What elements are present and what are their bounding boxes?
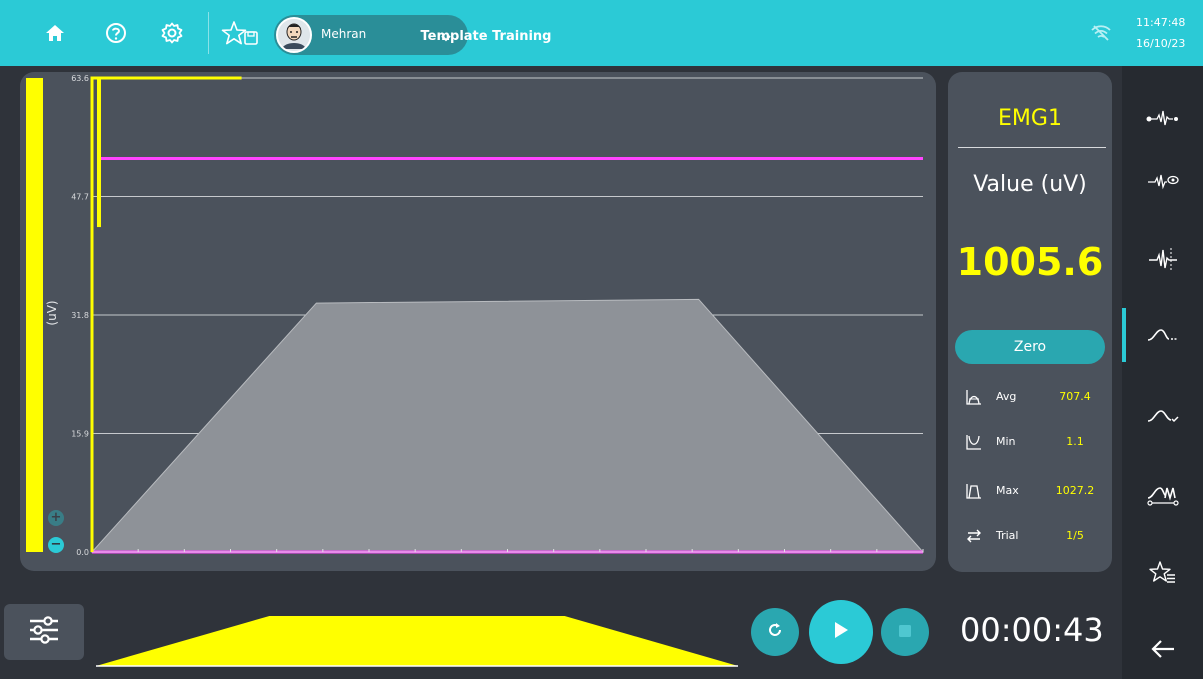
user-selector[interactable]: Mehran: [274, 15, 468, 55]
top-bar: Mehran Template Training 11:47:48 16/10/…: [0, 0, 1203, 66]
channel-name: EMG1: [998, 106, 1062, 131]
sliders-icon: [28, 616, 60, 648]
envelope-check-icon[interactable]: [1122, 391, 1203, 441]
avatar: [276, 17, 312, 53]
stat-value: 1/5: [1066, 529, 1084, 542]
template-preview: [96, 616, 738, 667]
stat-row-avg: Avg 707.4: [948, 386, 1112, 410]
min-icon: [965, 433, 983, 455]
help-icon[interactable]: [103, 20, 129, 46]
zoom-out-button[interactable]: −: [48, 537, 64, 553]
stat-name: Max: [996, 484, 1019, 497]
favorites-list-icon[interactable]: [1122, 548, 1203, 598]
home-icon[interactable]: [42, 20, 68, 46]
raw-signal-icon[interactable]: [1122, 94, 1203, 144]
refresh-icon: [766, 621, 784, 643]
y-tick-label: 63.6: [71, 74, 89, 83]
filter-settings-button[interactable]: [4, 604, 84, 660]
y-tick-label: 0.0: [76, 548, 89, 557]
toolbar-divider: [208, 12, 209, 54]
chevron-down-icon[interactable]: [440, 29, 452, 48]
value-label: Value (uV): [973, 172, 1087, 197]
stat-name: Avg: [996, 390, 1017, 403]
session-timer: 00:00:43: [960, 611, 1104, 649]
reset-button[interactable]: [751, 608, 799, 656]
y-tick-label: 47.7: [71, 193, 89, 202]
y-tick-label: 31.8: [71, 311, 89, 320]
stats-panel: EMG1 Value (uV) 1005.6 Zero Avg 707.4 Mi…: [948, 72, 1112, 572]
stop-icon: [898, 623, 912, 642]
signal-view-icon[interactable]: [1122, 156, 1203, 206]
avg-icon: [965, 388, 983, 410]
play-button[interactable]: [809, 600, 873, 664]
user-name: Mehran: [321, 27, 367, 41]
stat-name: Min: [996, 435, 1016, 448]
level-bar: [26, 78, 43, 552]
emg-chart: 0.0 15.9 31.8 47.7 63.6 (uV): [26, 74, 925, 557]
stat-row-max: Max 1027.2: [948, 480, 1112, 504]
wifi-off-icon: [1091, 24, 1111, 46]
template-edit-icon[interactable]: [1122, 471, 1203, 521]
trial-icon: [965, 527, 983, 549]
stat-row-min: Min 1.1: [948, 431, 1112, 455]
template-area: [90, 298, 925, 553]
stat-value: 707.4: [1059, 390, 1091, 403]
stat-value: 1027.2: [1055, 484, 1095, 497]
favorite-save-icon[interactable]: [221, 20, 261, 46]
current-value: 1005.6: [956, 240, 1104, 284]
stat-value: 1.1: [1066, 435, 1084, 448]
back-arrow-icon[interactable]: [1122, 624, 1203, 674]
y-axis-label: (uV): [45, 300, 59, 325]
stat-name: Trial: [996, 529, 1019, 542]
clock: 11:47:48 16/10/23: [1136, 12, 1185, 54]
play-icon: [832, 620, 850, 644]
right-sidebar: [1122, 66, 1203, 679]
zoom-in-button[interactable]: +: [48, 510, 64, 526]
clock-time: 11:47:48: [1136, 16, 1186, 29]
signal-burst: [96, 78, 101, 228]
stop-button[interactable]: [881, 608, 929, 656]
signal-marker-icon[interactable]: [1122, 234, 1203, 284]
max-icon: [965, 482, 983, 504]
settings-icon[interactable]: [159, 20, 185, 46]
emg-chart-panel: 0.0 15.9 31.8 47.7 63.6 (uV) + −: [20, 72, 936, 571]
divider: [958, 147, 1106, 148]
zero-button[interactable]: Zero: [955, 330, 1105, 364]
clock-date: 16/10/23: [1136, 37, 1186, 50]
y-tick-label: 15.9: [71, 430, 89, 439]
envelope-icon[interactable]: [1122, 310, 1203, 360]
stat-row-trial: Trial 1/5: [948, 525, 1112, 549]
template-preview-shape: [96, 616, 738, 666]
